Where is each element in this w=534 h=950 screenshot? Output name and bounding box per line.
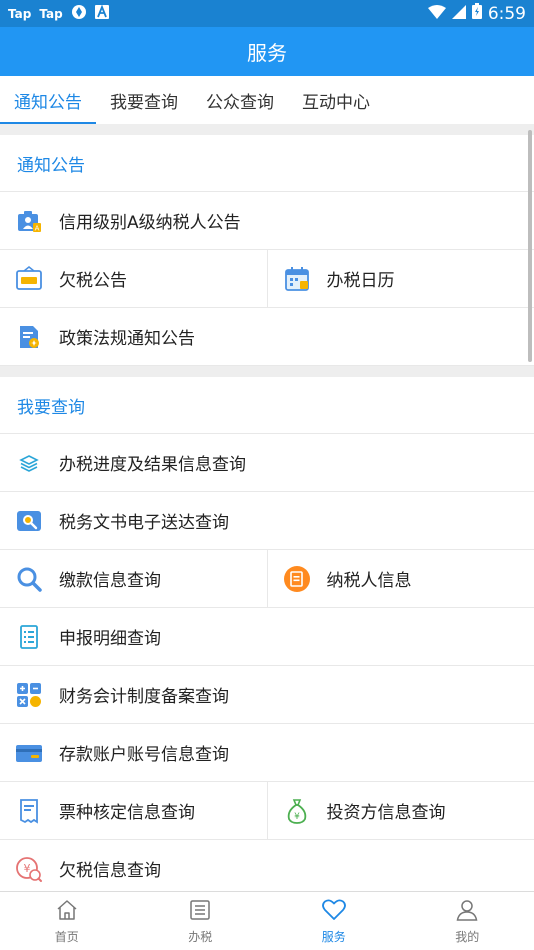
signal-icon <box>451 4 466 24</box>
item-label: 财务会计制度备案查询 <box>59 687 229 707</box>
item-label: 信用级别A级纳税人公告 <box>59 213 241 233</box>
bank-card-icon <box>15 739 43 767</box>
item-label: 税务文书电子送达查询 <box>59 513 229 533</box>
taxpayer-info-item[interactable]: 纳税人信息 <box>266 550 534 607</box>
scrollbar[interactable] <box>528 130 532 362</box>
app-header: 服务 <box>0 27 534 76</box>
section-divider <box>0 366 534 377</box>
search-icon <box>15 565 43 593</box>
list-row: 政策法规通知公告 <box>0 308 534 366</box>
nav-label: 服务 <box>321 929 346 944</box>
list-row: 欠税公告 办税日历 <box>0 250 534 308</box>
list-row: 办税进度及结果信息查询 <box>0 434 534 492</box>
list-row: 存款账户账号信息查询 <box>0 724 534 782</box>
list-row: A 信用级别A级纳税人公告 <box>0 192 534 250</box>
battery-icon <box>471 3 482 24</box>
nav-label: 首页 <box>54 929 79 944</box>
sync-icon <box>71 4 87 23</box>
arrears-info-query-item[interactable]: ¥ 欠税信息查询 <box>0 840 534 891</box>
tab-my-queries[interactable]: 我要查询 <box>96 76 192 124</box>
status-time: 6:59 <box>487 3 526 24</box>
svg-text:¥: ¥ <box>294 812 300 822</box>
category-tabs: 通知公告 我要查询 公众查询 互动中心 <box>0 76 534 124</box>
item-label: 办税日历 <box>326 271 395 291</box>
invoice-type-verification-query-item[interactable]: 票种核定信息查询 <box>0 782 267 839</box>
tab-notices[interactable]: 通知公告 <box>0 76 96 124</box>
taptap-notification-label: Tap <box>39 6 63 21</box>
nav-mine[interactable]: 我的 <box>401 892 534 950</box>
section-divider <box>0 124 534 135</box>
item-label: 纳税人信息 <box>326 571 412 591</box>
section-title-notices: 通知公告 <box>0 135 534 192</box>
status-bar-system: 6:59 <box>427 3 526 24</box>
policy-document-icon <box>15 323 43 351</box>
notice-section: 通知公告 A 信用级别A级纳税人公告 欠税公告 办税日历 政策法规通知公告 <box>0 135 534 366</box>
query-section: 我要查询 办税进度及结果信息查询 税务文书电子送达查询 缴款信息查询 纳税人信息… <box>0 377 534 891</box>
list-row: 税务文书电子送达查询 <box>0 492 534 550</box>
app-a-icon <box>94 4 109 22</box>
policy-notice-item[interactable]: 政策法规通知公告 <box>0 308 534 365</box>
item-label: 办税进度及结果信息查询 <box>59 455 246 475</box>
credit-badge-icon: A <box>15 207 43 235</box>
tax-document-delivery-query-item[interactable]: 税务文书电子送达查询 <box>0 492 534 549</box>
arrears-board-icon <box>15 265 43 293</box>
yen-search-icon: ¥ <box>15 855 43 883</box>
user-icon <box>455 898 479 926</box>
accounting-system-filing-query-item[interactable]: 财务会计制度备案查询 <box>0 666 534 723</box>
item-label: 欠税信息查询 <box>59 861 161 881</box>
tax-calendar-item[interactable]: 办税日历 <box>266 250 534 307</box>
taxpayer-document-icon <box>283 565 311 593</box>
svg-text:A: A <box>35 224 40 232</box>
home-icon <box>55 898 79 926</box>
nav-tax-handling[interactable]: 办税 <box>134 892 268 950</box>
nav-label: 办税 <box>188 929 213 944</box>
nav-home[interactable]: 首页 <box>0 892 134 950</box>
list-row: 缴款信息查询 纳税人信息 <box>0 550 534 608</box>
layers-icon <box>15 449 43 477</box>
item-label: 存款账户账号信息查询 <box>59 745 229 765</box>
nav-service[interactable]: 服务 <box>267 892 401 950</box>
item-label: 申报明细查询 <box>59 629 161 649</box>
calendar-icon <box>283 265 311 293</box>
list-row: 票种核定信息查询 ¥ 投资方信息查询 <box>0 782 534 840</box>
svg-text:¥: ¥ <box>24 862 31 875</box>
item-label: 缴款信息查询 <box>59 571 161 591</box>
receipt-icon <box>15 797 43 825</box>
bank-account-query-item[interactable]: 存款账户账号信息查询 <box>0 724 534 781</box>
item-label: 欠税公告 <box>59 271 127 291</box>
wifi-icon <box>427 4 446 24</box>
item-label: 投资方信息查询 <box>326 803 446 823</box>
status-bar: Tap Tap 6:59 <box>0 0 534 27</box>
nav-label: 我的 <box>455 929 480 944</box>
calculator-icon <box>15 681 43 709</box>
list-row: 申报明细查询 <box>0 608 534 666</box>
item-label: 政策法规通知公告 <box>59 329 195 349</box>
page-title: 服务 <box>247 41 287 65</box>
status-bar-notifications: Tap Tap <box>8 4 109 23</box>
bottom-navigation: 首页 办税 服务 我的 <box>0 891 534 950</box>
taptap-notification-label: Tap <box>8 6 32 21</box>
service-list[interactable]: 通知公告 A 信用级别A级纳税人公告 欠税公告 办税日历 政策法规通知公告 我要… <box>0 124 534 891</box>
arrears-notice-item[interactable]: 欠税公告 <box>0 250 267 307</box>
list-row: ¥ 欠税信息查询 <box>0 840 534 891</box>
document-search-icon <box>15 507 43 535</box>
list-icon <box>188 898 212 926</box>
tax-progress-query-item[interactable]: 办税进度及结果信息查询 <box>0 434 534 491</box>
tab-interaction-center[interactable]: 互动中心 <box>288 76 384 124</box>
item-label: 票种核定信息查询 <box>59 803 195 823</box>
tab-public-queries[interactable]: 公众查询 <box>192 76 288 124</box>
payment-info-query-item[interactable]: 缴款信息查询 <box>0 550 267 607</box>
checklist-icon <box>15 623 43 651</box>
section-title-queries: 我要查询 <box>0 377 534 434</box>
money-bag-icon: ¥ <box>283 797 311 825</box>
investor-info-query-item[interactable]: ¥ 投资方信息查询 <box>266 782 534 839</box>
credit-a-taxpayer-notice-item[interactable]: A 信用级别A级纳税人公告 <box>0 192 534 249</box>
list-row: 财务会计制度备案查询 <box>0 666 534 724</box>
declaration-detail-query-item[interactable]: 申报明细查询 <box>0 608 534 665</box>
heart-icon <box>321 898 347 926</box>
